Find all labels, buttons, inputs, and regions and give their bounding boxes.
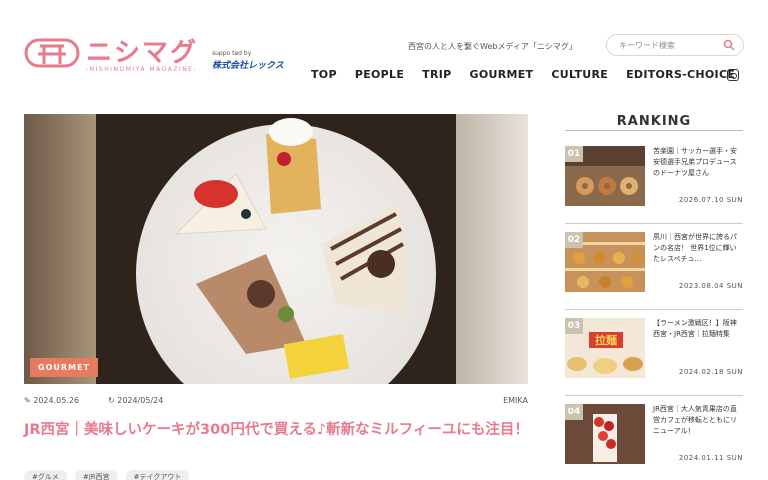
cake-photo	[96, 114, 456, 384]
search-icon[interactable]	[723, 39, 735, 51]
supported-by-label: suppo ted by	[212, 50, 252, 57]
nav-people[interactable]: PEOPLE	[355, 68, 404, 81]
sponsor-company: 株式会社レックス	[212, 61, 284, 71]
nav-trip[interactable]: TRIP	[422, 68, 451, 81]
featured-article-image[interactable]	[24, 114, 528, 384]
logo-text: ニシマグ	[86, 38, 199, 68]
nav-top[interactable]: TOP	[311, 68, 337, 81]
ranking-item-date: 2024.01.11 SUN	[678, 454, 743, 462]
search-input[interactable]	[619, 38, 719, 53]
hero-blur-left	[24, 114, 96, 384]
tag-gourmet[interactable]: #グルメ	[24, 470, 67, 480]
category-badge[interactable]: GOURMET	[30, 358, 98, 377]
article-tags: #グルメ #JR西宮 #テイクアウト	[24, 470, 190, 480]
ranking-item-3[interactable]: 拉麺 03 【ラーメン激戦区！】阪神西宮・JR西宮｜拉麺特集 2024.02.1…	[565, 314, 743, 396]
nav-gourmet[interactable]: GOURMET	[470, 68, 534, 81]
ranking-item-date: 2023.08.04 SUN	[678, 282, 743, 290]
main-nav: TOP PEOPLE TRIP GOURMET CULTURE EDITORS-…	[311, 68, 735, 81]
cakes-illustration	[174, 118, 406, 379]
ranking-item-title: JR西宮｜大人気青果店の直営カフェが移転とともにリニューアル！	[653, 405, 737, 435]
tag-takeout[interactable]: #テイクアウト	[125, 470, 190, 480]
svg-text:拉麺: 拉麺	[595, 333, 617, 347]
author-name[interactable]: EMIKA	[503, 396, 528, 405]
article-meta: ✎ 2024.05.26 ↻ 2024/05/24 EMIKA	[24, 396, 528, 408]
ranking-item-2[interactable]: 02 夙川｜西宮が世界に誇るパンの名店！ 世界1位に輝いたレスペチュ… 2023…	[565, 228, 743, 310]
tag-jr-nishinomiya[interactable]: #JR西宮	[74, 470, 118, 480]
rank-number: 02	[565, 232, 583, 248]
rank-number: 03	[565, 318, 583, 334]
logo-mark-icon	[24, 38, 80, 68]
ranking-item-title: 夙川｜西宮が世界に誇るパンの名店！ 世界1位に輝いたレスペチュ…	[653, 233, 737, 263]
instagram-icon[interactable]	[727, 69, 739, 81]
ranking-item-title: 苦楽園｜サッカー選手・安安德選手兄弟プロデュースのドーナツ屋さん	[653, 147, 737, 177]
ranking-item-date: 2024.02.18 SUN	[678, 368, 743, 376]
ranking-heading: RANKING	[565, 114, 743, 134]
article-title[interactable]: JR西宮｜美味しいケーキが300円代で買える♪斬新なミルフィーユにも注目！	[24, 420, 534, 440]
ranking-title: RANKING	[608, 114, 700, 129]
ranking-item-date: 2026.07.10 SUN	[678, 196, 743, 204]
nav-editors-choice[interactable]: EDITORS-CHOICE	[626, 68, 735, 81]
rank-number: 01	[565, 146, 583, 162]
ranking-item-title: 【ラーメン激戦区！】阪神西宮・JR西宮｜拉麺特集	[653, 319, 737, 338]
nav-culture[interactable]: CULTURE	[551, 68, 608, 81]
published-date-text: 2024.05.26	[33, 396, 80, 405]
rank-number: 04	[565, 404, 583, 420]
ranking-item-4[interactable]: 04 JR西宮｜大人気青果店の直営カフェが移転とともにリニューアル！ 2024.…	[565, 400, 743, 480]
updated-date: ↻ 2024/05/24	[108, 396, 164, 405]
updated-date-text: 2024/05/24	[117, 396, 164, 405]
site-tagline: 西宮の人と人を繋ぐWebメディア「ニシマグ」	[408, 42, 577, 51]
ranking-item-1[interactable]: 01 苦楽園｜サッカー選手・安安德選手兄弟プロデュースのドーナツ屋さん 2026…	[565, 142, 743, 224]
published-date: ✎ 2024.05.26	[24, 396, 80, 405]
hero-blur-right	[456, 114, 528, 384]
search-box[interactable]	[606, 34, 744, 56]
logo-subtitle: -NISHINOMIYA MAGAZINE-	[86, 66, 198, 73]
site-logo[interactable]: ニシマグ -NISHINOMIYA MAGAZINE- suppo ted by…	[24, 30, 284, 76]
